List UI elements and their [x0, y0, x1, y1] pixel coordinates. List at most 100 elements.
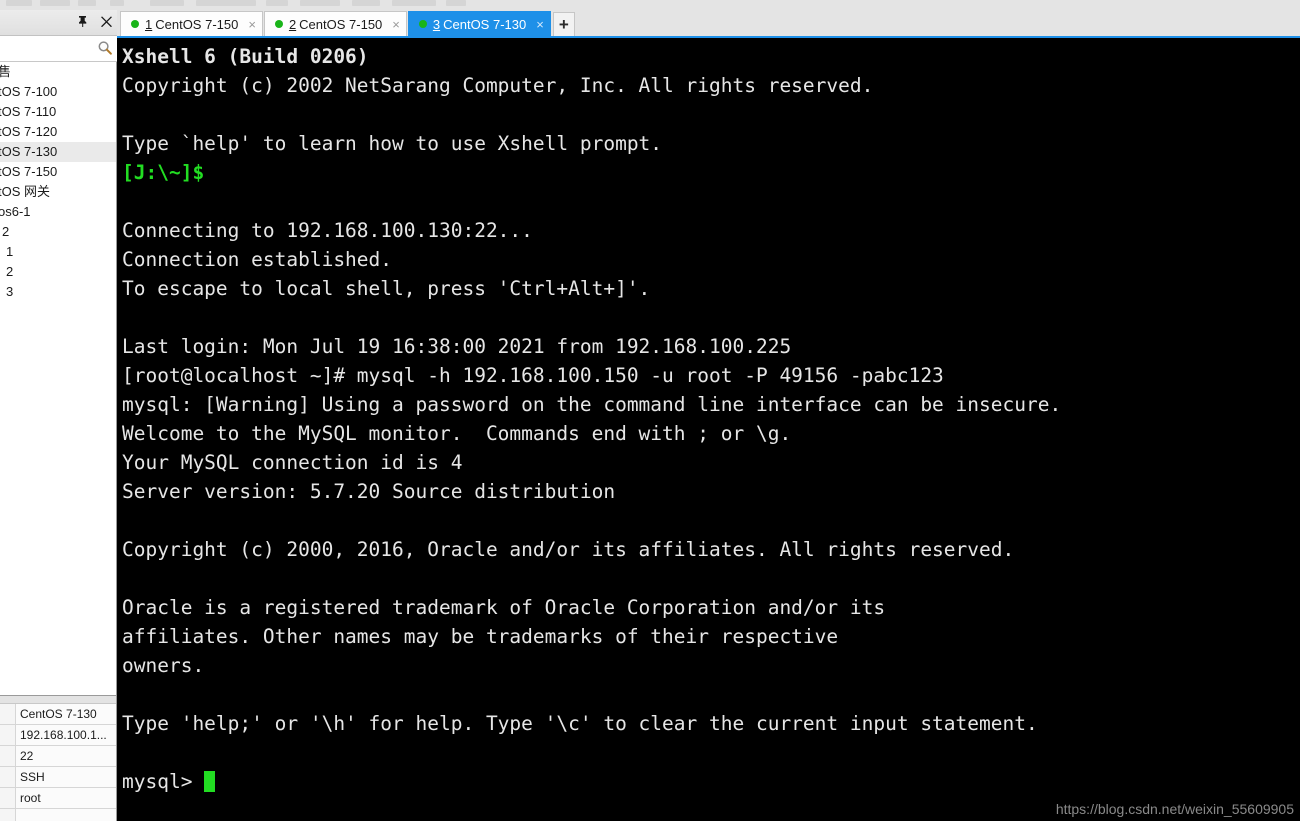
tab-bar: 1 CentOS 7-150 × 2 CentOS 7-150 × 3 CentOS 7-13…: [117, 8, 1300, 36]
xshell-window: 售 tOS 7-100 tOS 7-110 tOS 7-120 tOS 7-130 tOS…: [0, 0, 1300, 821]
property-value: [16, 809, 116, 821]
tab-label: CentOS 7-150: [299, 16, 383, 32]
property-row[interactable]: CentOS 7-130: [0, 704, 116, 725]
property-value: 192.168.100.1...: [16, 725, 116, 745]
session-tree-item[interactable]: tOS 网关: [0, 182, 116, 202]
new-tab-button[interactable]: +: [552, 12, 575, 36]
terminal-line: Type `help' to learn how to use Xshell p…: [122, 132, 663, 155]
tab-close-icon[interactable]: ×: [392, 18, 400, 31]
property-value: root: [16, 788, 116, 808]
toolbar-ghost-item: [266, 0, 288, 6]
session-tree-item[interactable]: os6-1: [0, 202, 116, 222]
search-input[interactable]: [2, 39, 98, 59]
session-tree-item-label: tOS 7-130: [0, 144, 58, 159]
close-icon[interactable]: [99, 13, 113, 29]
terminal-line: Last login: Mon Jul 19 16:38:00 2021 fro…: [122, 335, 792, 358]
tab-centos-7-150[interactable]: 1 CentOS 7-150 ×: [120, 11, 263, 36]
session-tree-item[interactable]: tOS 7-130: [0, 142, 116, 162]
terminal-line: Oracle is a registered trademark of Orac…: [122, 596, 886, 619]
terminal-line: mysql: [Warning] Using a password on the…: [122, 393, 1062, 416]
session-tree-item[interactable]: 1: [0, 242, 116, 262]
toolbar-ghost-item: [78, 0, 96, 6]
tab-number: 1: [145, 16, 153, 32]
property-key: [0, 767, 16, 787]
tab-status-dot-icon: [131, 20, 139, 28]
terminal-line: Your MySQL connection id is 4: [122, 451, 463, 474]
terminal-line: Server version: 5.7.20 Source distributi…: [122, 480, 616, 503]
toolbar-ghost-item: [196, 0, 256, 6]
pin-icon[interactable]: [75, 13, 89, 29]
property-row[interactable]: SSH: [0, 767, 116, 788]
terminal-prompt: mysql>: [122, 770, 205, 793]
tab-number: 2: [288, 16, 297, 32]
terminal-cursor: [204, 771, 216, 792]
terminal-line: affiliates. Other names may be trademark…: [122, 625, 839, 648]
session-tree-item-label: tOS 7-150: [0, 164, 58, 179]
session-panel-header-buttons: [75, 13, 113, 29]
terminal-line: Type 'help;' or '\h' for help. Type '\c'…: [122, 712, 1038, 735]
session-panel-header: [0, 10, 117, 36]
tab-number: 3: [432, 16, 441, 32]
session-tree-item[interactable]: tOS 7-100: [0, 82, 116, 102]
session-tree-item[interactable]: 2: [0, 262, 116, 282]
tab-label: CentOS 7-150: [155, 16, 239, 32]
session-tree-item[interactable]: 3: [0, 282, 116, 302]
toolbar-ghost-item: [150, 0, 184, 6]
tab-status-dot-icon: [274, 20, 283, 28]
properties-splitter[interactable]: [0, 696, 116, 704]
terminal-output: Xshell 6 (Build 0206) Copyright (c) 2002 …: [122, 42, 1300, 796]
terminal-line: Copyright (c) 2000, 2016, Oracle and/or …: [122, 538, 1015, 561]
session-tree-item-label: tOS 7-100: [0, 84, 58, 99]
property-row[interactable]: 192.168.100.1...: [0, 725, 116, 746]
search-icon[interactable]: [97, 40, 113, 56]
session-manager-panel: 售 tOS 7-100 tOS 7-110 tOS 7-120 tOS 7-130 tOS…: [0, 10, 117, 821]
toolbar-ghost-item: [40, 0, 70, 6]
terminal-line: Copyright (c) 2002 NetSarang Computer, I…: [122, 74, 874, 97]
property-value: SSH: [16, 767, 116, 787]
property-row[interactable]: 22: [0, 746, 116, 767]
property-row[interactable]: [0, 809, 116, 821]
property-key: [0, 725, 16, 745]
watermark: https://blog.csdn.net/weixin_55609905: [1055, 801, 1294, 817]
property-row[interactable]: root: [0, 788, 116, 809]
tab-centos-7-150[interactable]: 2 CentOS 7-150 ×: [263, 11, 407, 36]
tab-close-icon[interactable]: ×: [248, 18, 256, 31]
session-tree-item[interactable]: tOS 7-120: [0, 122, 116, 142]
session-tree-item[interactable]: tOS 7-150: [0, 162, 116, 182]
terminal-line: Connection established.: [122, 248, 393, 271]
property-key: [0, 704, 16, 724]
property-key: [0, 809, 16, 821]
session-tree[interactable]: 售 tOS 7-100 tOS 7-110 tOS 7-120 tOS 7-130 tOS…: [0, 62, 116, 695]
tab-list: 1 CentOS 7-150 × 2 CentOS 7-150 × 3 CentOS 7-13…: [120, 10, 575, 36]
terminal-line: [root@localhost ~]# mysql -h 192.168.100…: [122, 364, 944, 387]
session-tree-item-label: 售: [0, 64, 12, 79]
tab-close-icon[interactable]: ×: [536, 18, 544, 31]
terminal-line: Connecting to 192.168.100.130:22...: [122, 219, 533, 242]
property-key: [0, 746, 16, 766]
terminal-prompt-line: mysql>: [122, 767, 1300, 796]
session-tree-item[interactable]: 2: [0, 222, 116, 242]
session-search-row[interactable]: [0, 36, 117, 62]
session-tree-item[interactable]: 售: [0, 62, 116, 82]
session-tree-item-label: 3: [6, 284, 14, 299]
tab-centos-7-130[interactable]: 3 CentOS 7-130 ×: [407, 11, 551, 36]
terminal-line: Welcome to the MySQL monitor. Commands e…: [122, 422, 792, 445]
session-tree-item-label: 2: [2, 224, 10, 239]
toolbar-ghost-item: [446, 0, 466, 6]
terminal-line: Xshell 6 (Build 0206): [122, 45, 369, 68]
session-tree-item-label: tOS 7-110: [0, 104, 57, 119]
toolbar-ghost-item: [392, 0, 436, 6]
session-tree-item[interactable]: tOS 7-110: [0, 102, 116, 122]
terminal-line: owners.: [122, 654, 205, 677]
session-properties-grid: CentOS 7-130 192.168.100.1... 22 SSH root: [0, 695, 116, 821]
property-key: [0, 788, 16, 808]
terminal-view[interactable]: Xshell 6 (Build 0206) Copyright (c) 2002 …: [117, 36, 1300, 821]
property-value: CentOS 7-130: [16, 704, 116, 724]
toolbar-ghost-item: [352, 0, 380, 6]
